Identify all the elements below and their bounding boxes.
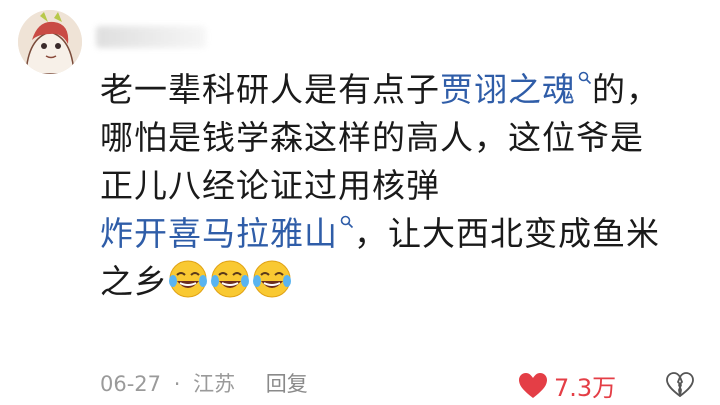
topic-link-text: 贾诩之魂 xyxy=(440,70,576,109)
comment-text: 之乡 xyxy=(100,262,168,301)
like-count: 7.3万 xyxy=(554,374,617,402)
search-icon xyxy=(340,215,354,229)
comment-text: 正儿八经论证过用核弹 xyxy=(100,166,440,205)
comment-line: 哪怕是钱学森这样的高人，这位爷是 xyxy=(100,114,710,162)
topic-link[interactable]: 炸开喜马拉雅山 xyxy=(100,214,354,253)
laugh-cry-emoji-icon xyxy=(211,260,249,298)
broken-heart-icon[interactable] xyxy=(666,372,694,398)
comment-text: 老一辈科研人是有点子 xyxy=(100,70,440,109)
comment-text: 哪怕是钱学森这样的高人，这位爷是 xyxy=(100,118,644,157)
comment-line: 之乡 xyxy=(100,258,710,306)
avatar[interactable] xyxy=(18,10,82,74)
reply-button[interactable]: 回复 xyxy=(266,372,308,396)
topic-link-text: 炸开喜马拉雅山 xyxy=(100,214,338,253)
comment-meta: 06-27 · 江苏 回复 xyxy=(100,368,314,398)
comment-line: 正儿八经论证过用核弹 xyxy=(100,162,710,210)
search-icon xyxy=(578,71,592,85)
topic-link[interactable]: 贾诩之魂 xyxy=(440,70,592,109)
like-button[interactable]: 7.3万 xyxy=(518,368,616,403)
laugh-cry-emoji-icon xyxy=(169,260,207,298)
comment-text: ，让大西北变成鱼米 xyxy=(354,214,660,253)
comment-line: 炸开喜马拉雅山 ，让大西北变成鱼米 xyxy=(100,210,710,258)
comment-body: 老一辈科研人是有点子贾诩之魂 的， 哪怕是钱学森这样的高人，这位爷是 正儿八经论证… xyxy=(100,66,710,306)
comment-location: 江苏 xyxy=(193,372,236,396)
laugh-cry-emoji-icon xyxy=(253,260,291,298)
comment-text: 的， xyxy=(592,70,660,109)
heart-icon xyxy=(519,372,547,398)
meta-separator: · xyxy=(173,372,181,396)
comment-line: 老一辈科研人是有点子贾诩之魂 的， xyxy=(100,66,710,114)
comment-date: 06-27 xyxy=(100,372,162,396)
username-blurred[interactable] xyxy=(96,26,206,48)
